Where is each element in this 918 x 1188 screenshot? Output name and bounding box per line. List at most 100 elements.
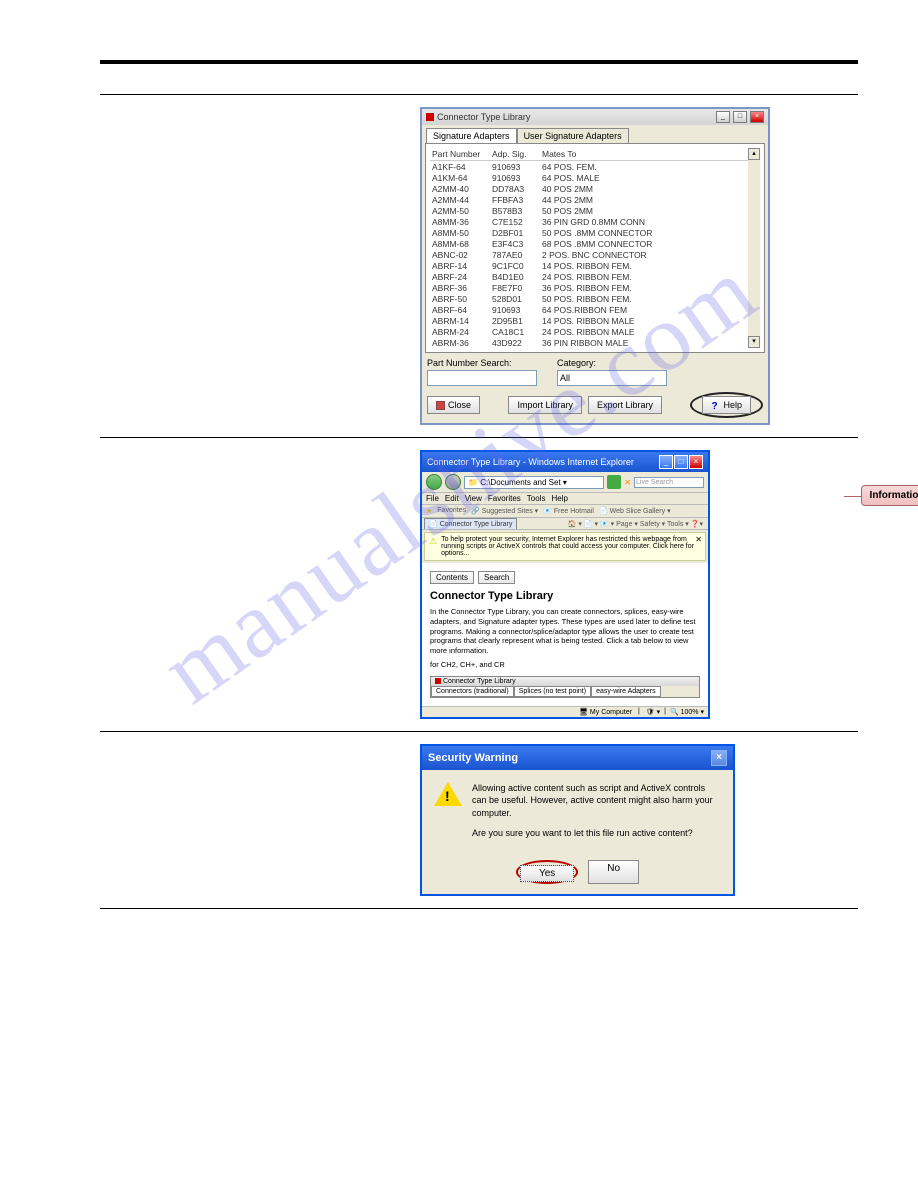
back-button[interactable] [426, 474, 442, 490]
close-window-button[interactable]: × [750, 111, 764, 123]
search-label: Part Number Search: [427, 358, 537, 368]
table-row[interactable]: A8MM-68E3F4C368 POS .8MM CONNECTOR [430, 238, 748, 249]
table-row[interactable]: A2MM-44FFBFA344 POS 2MM [430, 194, 748, 205]
scroll-down-button[interactable]: ▾ [748, 336, 760, 348]
inner-tabs: Connectors (traditional) Splices (no tes… [431, 686, 699, 697]
inner-tab-connectors[interactable]: Connectors (traditional) [431, 686, 514, 697]
favorites-star-icon[interactable]: ★ [426, 507, 432, 515]
information-bar-callout: Information Bar [861, 485, 918, 506]
menu-view[interactable]: View [465, 494, 482, 503]
table-row[interactable]: A1KF-6491069364 POS. FEM. [430, 161, 748, 172]
go-button[interactable] [607, 475, 621, 489]
fav-suggested[interactable]: 🔗 Suggested Sites ▾ [471, 507, 538, 515]
ie-titlebar: Connector Type Library - Windows Interne… [422, 452, 708, 472]
ie-command-bar[interactable]: 🏠 ▾ 📄 ▾ 📧 ▾ Page ▾ Safety ▾ Tools ▾ ❓▾ [517, 520, 706, 528]
table-row[interactable]: ABRF-149C1FC014 POS. RIBBON FEM. [430, 260, 748, 271]
yes-button-highlight: Yes [516, 860, 578, 884]
address-bar[interactable]: 📁 C:\Documents and Set ▾ [464, 476, 604, 489]
yes-button[interactable]: Yes [520, 865, 574, 882]
table-body: A1KF-6491069364 POS. FEM.A1KM-6491069364… [430, 161, 748, 348]
inner-tab-splices[interactable]: Splices (no test point) [514, 686, 591, 697]
fav-hotmail[interactable]: 📧 Free Hotmail [543, 507, 594, 515]
menu-edit[interactable]: Edit [445, 494, 459, 503]
status-zoom[interactable]: 🔍 100% ▾ [670, 708, 704, 716]
tab-user-signature-adapters[interactable]: User Signature Adapters [517, 128, 629, 143]
table-row[interactable]: ABRM-3643D92236 PIN RIBBON MALE [430, 337, 748, 348]
col-adp-sig[interactable]: Adp. Sig. [490, 149, 540, 159]
table-header: Part Number Adp. Sig. Mates To [430, 148, 748, 161]
table-row[interactable]: ABNC-02787AE02 POS. BNC CONNECTOR [430, 249, 748, 260]
no-button[interactable]: No [588, 860, 639, 884]
ie-nav-toolbar: 📁 C:\Documents and Set ▾ ✕ Live Search [422, 472, 708, 493]
window-footer: Part Number Search: Category: All Close … [422, 353, 768, 423]
ie-close-button[interactable]: × [689, 455, 703, 469]
rule-1 [100, 94, 858, 95]
table-row[interactable]: ABRM-142D95B114 POS. RIBBON MALE [430, 315, 748, 326]
ie-menubar: File Edit View Favorites Tools Help [422, 493, 708, 505]
table-row[interactable]: A2MM-50B578B350 POS 2MM [430, 205, 748, 216]
tab-signature-adapters[interactable]: Signature Adapters [426, 128, 517, 143]
ie-active-tab[interactable]: 📄 Connector Type Library [424, 518, 517, 529]
category-select[interactable]: All [557, 370, 667, 386]
table-row[interactable]: ABRF-36F8E7F036 POS. RIBBON FEM. [430, 282, 748, 293]
security-line-2: Are you sure you want to let this file r… [472, 827, 721, 840]
infobar-close-icon[interactable]: ✕ [695, 535, 702, 544]
part-number-search-input[interactable] [427, 370, 537, 386]
security-close-button[interactable]: × [711, 750, 727, 766]
menu-help[interactable]: Help [551, 494, 567, 503]
ie-maximize-button[interactable]: □ [674, 455, 688, 469]
adapters-table: Part Number Adp. Sig. Mates To A1KF-6491… [430, 148, 748, 348]
inner-tab-easywire[interactable]: easy-wire Adapters [591, 686, 661, 697]
table-row[interactable]: A1KM-6491069364 POS. MALE [430, 172, 748, 183]
rule-thick-top [100, 60, 858, 64]
table-row[interactable]: ABRF-6491069364 POS.RIBBON FEM [430, 304, 748, 315]
col-part-number[interactable]: Part Number [430, 149, 490, 159]
table-scrollbar[interactable]: ▴ ▾ [748, 148, 760, 348]
table-row[interactable]: ABRF-50528D0150 POS. RIBBON FEM. [430, 293, 748, 304]
col-mates-to[interactable]: Mates To [540, 149, 748, 159]
minimize-button[interactable]: _ [716, 111, 730, 123]
table-row[interactable]: ABRF-24B4D1E024 POS. RIBBON FEM. [430, 271, 748, 282]
window-title: Connector Type Library [437, 112, 713, 122]
inner-title: Connector Type Library [431, 677, 699, 686]
rule-4 [100, 908, 858, 909]
maximize-button[interactable]: □ [733, 111, 747, 123]
section-connector-library: Connector Type Library _ □ × Signature A… [100, 107, 858, 425]
fav-webslice[interactable]: 📄 Web Slice Gallery ▾ [599, 507, 671, 515]
ie-tab-bar: 📄 Connector Type Library 🏠 ▾ 📄 ▾ 📧 ▾ Pag… [422, 518, 708, 530]
scroll-up-button[interactable]: ▴ [748, 148, 760, 160]
connector-library-window: Connector Type Library _ □ × Signature A… [420, 107, 770, 425]
table-row[interactable]: ABRM-24CA18C124 POS. RIBBON MALE [430, 326, 748, 337]
menu-file[interactable]: File [426, 494, 439, 503]
search-button[interactable]: Search [478, 571, 515, 584]
door-icon [436, 401, 445, 410]
contents-button[interactable]: Contents [430, 571, 474, 584]
menu-favorites[interactable]: Favorites [488, 494, 521, 503]
security-title: Security Warning [428, 752, 711, 764]
security-warning-dialog: Security Warning × Allowing active conte… [420, 744, 735, 896]
security-titlebar: Security Warning × [422, 746, 733, 770]
tabs-row: Signature Adapters User Signature Adapte… [422, 125, 768, 143]
menu-tools[interactable]: Tools [527, 494, 546, 503]
warning-triangle-icon [434, 782, 462, 810]
table-container: Part Number Adp. Sig. Mates To A1KF-6491… [425, 143, 765, 353]
search-box[interactable]: Live Search [634, 477, 704, 488]
help-button[interactable]: ?Help [702, 396, 751, 414]
favorites-label: Favorites [437, 507, 466, 515]
security-line-1: Allowing active content such as script a… [472, 782, 721, 820]
table-row[interactable]: A8MM-36C7E15236 PIN GRD 0.8MM CONN [430, 216, 748, 227]
infobar-text: To help protect your security, Internet … [441, 536, 701, 557]
import-library-button[interactable]: Import Library [508, 396, 582, 414]
window-titlebar: Connector Type Library _ □ × [422, 109, 768, 125]
table-row[interactable]: A8MM-50D2BF0150 POS .8MM CONNECTOR [430, 227, 748, 238]
section-ie-window: Connector Type Library - Windows Interne… [100, 450, 858, 719]
ie-window: Connector Type Library - Windows Interne… [420, 450, 710, 719]
content-body-1: In the Connector Type Library, you can c… [430, 607, 700, 656]
ie-information-bar[interactable]: ⚠ To help protect your security, Interne… [424, 532, 706, 561]
forward-button[interactable] [445, 474, 461, 490]
status-protected-mode-icon: 🛡 ▾ [646, 708, 660, 716]
ie-minimize-button[interactable]: _ [659, 455, 673, 469]
close-button[interactable]: Close [427, 396, 480, 414]
export-library-button[interactable]: Export Library [588, 396, 662, 414]
table-row[interactable]: A2MM-40DD78A340 POS 2MM [430, 183, 748, 194]
